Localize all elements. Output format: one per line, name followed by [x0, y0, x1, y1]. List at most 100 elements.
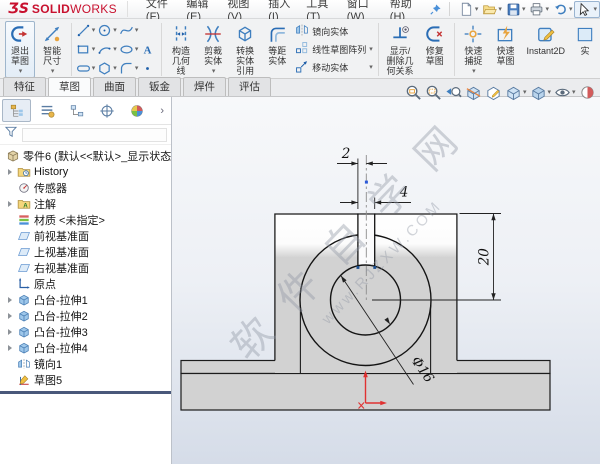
dropdown-caret-icon[interactable]: ▾ [572, 89, 576, 96]
dropdown-caret-icon[interactable]: ▾ [593, 6, 597, 13]
convert-entities-button[interactable]: 转换实体引用▾ [230, 21, 260, 78]
tree-history[interactable]: History [0, 164, 171, 180]
tree-top-plane[interactable]: 上视基准面 [0, 244, 171, 260]
rapid-sketch-button[interactable]: 快速草图 [490, 21, 520, 78]
instant2d-button[interactable]: Instant2D [523, 21, 570, 78]
tab-evaluate[interactable]: 评估 [228, 77, 271, 96]
polygon-tool[interactable]: ▾ [97, 61, 117, 76]
point-tool[interactable] [140, 61, 155, 76]
circle-tool[interactable]: ▾ [97, 23, 117, 38]
previous-view-button[interactable] [445, 84, 462, 101]
dropdown-caret-icon[interactable]: ▾ [135, 46, 139, 53]
dropdown-caret-icon[interactable]: ▾ [92, 46, 96, 53]
tab-sketch[interactable]: 草图 [48, 77, 91, 96]
dropdown-caret-icon[interactable]: ▾ [569, 6, 573, 13]
tree-front-plane[interactable]: 前视基准面 [0, 228, 171, 244]
tree-sensors[interactable]: 传感器 [0, 180, 171, 196]
print-button[interactable]: ▾ [527, 2, 551, 17]
tree-root-part[interactable]: 零件6 (默认<<默认>_显示状态 1>) [0, 148, 171, 164]
dropdown-caret-icon[interactable]: ▾ [369, 46, 373, 53]
exit-sketch-button[interactable]: 退出草图 ▾ [5, 21, 36, 78]
dropdown-caret-icon[interactable]: ▾ [113, 65, 117, 72]
dropdown-caret-icon[interactable]: ▾ [369, 64, 373, 71]
sketch-point[interactable] [364, 180, 368, 184]
mirror-entities-button[interactable]: 镜向实体 [295, 23, 373, 39]
smart-dimension-button[interactable]: 智能尺寸 ▾ [37, 21, 67, 78]
edit-appearance-button[interactable] [579, 84, 596, 101]
move-entities-button[interactable]: 移动实体 ▾ [295, 60, 373, 76]
propertymanager-tab[interactable] [32, 99, 61, 122]
tab-sheet-metal[interactable]: 钣金 [138, 77, 181, 96]
expand-arrow-icon[interactable] [6, 345, 14, 351]
slot-tool[interactable]: ▾ [76, 61, 96, 76]
panel-overflow-chevron-icon[interactable]: › [155, 105, 169, 117]
repair-sketch-button[interactable]: 修复草图 [420, 21, 450, 78]
dimension-slot-half-width[interactable]: 2 [341, 146, 351, 162]
tree-origin[interactable]: 原点 [0, 276, 171, 292]
dropdown-caret-icon[interactable]: ▾ [51, 68, 55, 75]
text-tool[interactable]: A [140, 42, 155, 57]
view-orientation-button[interactable]: ▾ [505, 84, 527, 101]
new-document-button[interactable]: ▾ [457, 2, 481, 17]
slot-endpoint-left[interactable] [356, 266, 360, 269]
ellipse-tool[interactable]: ▾ [119, 42, 139, 57]
line-tool[interactable]: ▾ [76, 23, 96, 38]
rectangle-tool[interactable]: ▾ [76, 42, 96, 57]
expand-arrow-icon[interactable] [6, 329, 14, 335]
tree-annotations[interactable]: A 注解 [0, 196, 171, 212]
configurationmanager-tab[interactable] [62, 99, 91, 122]
tree-mirror1[interactable]: 镜向1 [0, 356, 171, 372]
dimension-block-height[interactable]: 20 [477, 248, 493, 267]
hide-show-items-button[interactable]: ▾ [554, 84, 576, 101]
expand-arrow-icon[interactable] [6, 313, 14, 319]
expand-arrow-icon[interactable] [6, 297, 14, 303]
pin-toolbar-button[interactable] [429, 3, 442, 16]
dropdown-caret-icon[interactable]: ▾ [548, 89, 552, 96]
dropdown-caret-icon[interactable]: ▾ [522, 6, 526, 13]
dimxpert-tab[interactable] [92, 99, 121, 122]
spline-tool[interactable]: ▾ [119, 23, 139, 38]
offset-entities-button[interactable]: 等距实体 [262, 21, 292, 78]
tab-features[interactable]: 特征 [3, 77, 46, 96]
tree-boss-extrude4[interactable]: 凸台-拉伸4 [0, 340, 171, 356]
dropdown-caret-icon[interactable]: ▾ [475, 6, 479, 13]
filter-input[interactable] [22, 127, 167, 142]
arc-tool[interactable]: ▾ [97, 42, 117, 57]
dropdown-caret-icon[interactable]: ▾ [472, 68, 476, 75]
trim-entities-button[interactable]: 剪裁实体 ▾ [198, 21, 228, 78]
tab-weldments[interactable]: 焊件 [183, 77, 226, 96]
fillet-tool[interactable]: ▾ [119, 61, 139, 76]
dropdown-caret-icon[interactable]: ▾ [135, 65, 139, 72]
dropdown-caret-icon[interactable]: ▾ [523, 89, 527, 96]
tree-boss-extrude2[interactable]: 凸台-拉伸2 [0, 308, 171, 324]
tab-surfaces[interactable]: 曲面 [93, 77, 136, 96]
save-button[interactable]: ▾ [504, 2, 528, 17]
3d-drawing-view-button[interactable] [485, 84, 502, 101]
dropdown-caret-icon[interactable]: ▾ [113, 46, 117, 53]
displaymanager-tab[interactable] [122, 99, 151, 122]
select-button[interactable]: ▾ [574, 0, 600, 18]
construction-geometry-button[interactable]: 构造几何线 [166, 21, 196, 78]
quick-snaps-button[interactable]: 快速捕捉 ▾ [458, 21, 488, 78]
zoom-to-area-button[interactable] [425, 84, 442, 101]
dropdown-caret-icon[interactable]: ▾ [212, 68, 216, 75]
tree-sketch5[interactable]: 草图5 [0, 372, 171, 388]
dropdown-caret-icon[interactable]: ▾ [498, 6, 502, 13]
dropdown-caret-icon[interactable]: ▾ [135, 27, 139, 34]
zoom-to-fit-button[interactable] [405, 84, 422, 101]
tree-material[interactable]: 材质 <未指定> [0, 212, 171, 228]
graphics-viewport[interactable]: 2 4 20 Φ16 软件自学网 www.RJZXW.COM [172, 97, 600, 464]
dropdown-caret-icon[interactable]: ▾ [92, 65, 96, 72]
linear-sketch-pattern-button[interactable]: 线性草图阵列 ▾ [295, 41, 373, 57]
dropdown-caret-icon[interactable]: ▾ [113, 27, 117, 34]
rollback-bar[interactable] [0, 391, 171, 394]
dropdown-caret-icon[interactable]: ▾ [19, 68, 23, 75]
display-style-button[interactable]: ▾ [530, 84, 552, 101]
tree-boss-extrude1[interactable]: 凸台-拉伸1 [0, 292, 171, 308]
open-button[interactable]: ▾ [480, 2, 504, 17]
dropdown-caret-icon[interactable]: ▾ [92, 27, 96, 34]
undo-button[interactable]: ▾ [551, 2, 575, 17]
tree-right-plane[interactable]: 右视基准面 [0, 260, 171, 276]
section-view-button[interactable] [465, 84, 482, 101]
shaded-sketch-contours-button-clipped[interactable]: 实 [571, 21, 599, 78]
